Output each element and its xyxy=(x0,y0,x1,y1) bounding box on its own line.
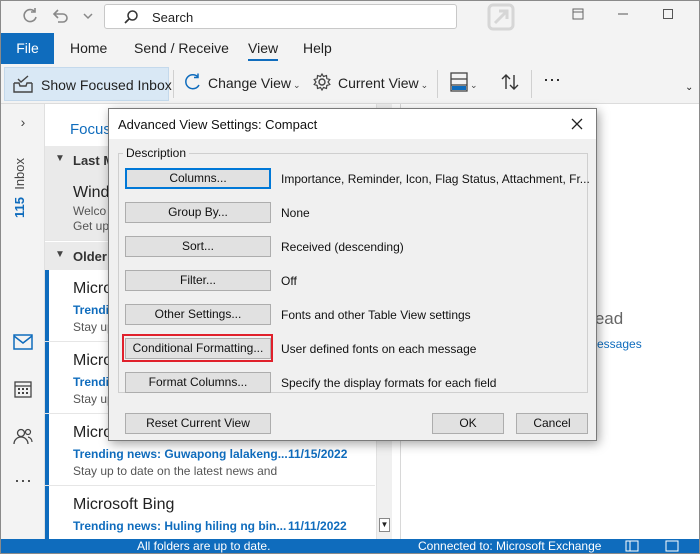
columns-value: Importance, Reminder, Icon, Flag Status,… xyxy=(281,172,590,186)
chevron-down-icon: ▼ xyxy=(55,249,65,260)
change-view-icon xyxy=(184,73,202,94)
format-columns-button[interactable]: Format Columns... xyxy=(125,372,271,393)
group-header-label: Older xyxy=(73,249,107,264)
list-item[interactable]: Microsoft Bing Trending news: Huling hil… xyxy=(45,486,375,540)
title-bar: Search xyxy=(1,1,699,33)
group-by-value: None xyxy=(281,206,310,220)
sort-value: Received (descending) xyxy=(281,240,404,254)
status-folders: All folders are up to date. xyxy=(137,539,271,553)
search-placeholder: Search xyxy=(152,10,194,25)
close-icon[interactable] xyxy=(566,113,588,135)
ribbon-divider xyxy=(173,70,174,98)
reading-view-icon[interactable] xyxy=(665,540,679,555)
message-date: 11/11/2022 xyxy=(288,519,347,533)
message-subject: Trending news: Huling hiling ng bin... xyxy=(73,519,287,533)
ribbon: Show Focused Inbox Change View ⌄ Current … xyxy=(1,64,699,104)
sort-order-button[interactable] xyxy=(500,72,520,95)
reading-pane-button[interactable]: ⌄ xyxy=(450,72,478,95)
chevron-down-icon: ⌄ xyxy=(420,80,429,90)
maximize-button[interactable] xyxy=(653,5,683,27)
description-legend: Description xyxy=(123,146,190,160)
inbox-focus-icon xyxy=(12,75,34,98)
calendar-icon[interactable] xyxy=(1,380,45,401)
sync-icon[interactable] xyxy=(19,7,41,27)
minimize-button[interactable] xyxy=(608,5,638,27)
format-columns-value: Specify the display formats for each fie… xyxy=(281,376,497,390)
tab-send-receive[interactable]: Send / Receive xyxy=(134,33,229,64)
filter-value: Off xyxy=(281,274,297,288)
message-preview: Get up xyxy=(73,219,110,233)
chevron-down-icon: ▼ xyxy=(55,153,65,164)
other-settings-button[interactable]: Other Settings... xyxy=(125,304,271,325)
mail-icon[interactable] xyxy=(1,334,45,353)
bg-decoration-icon xyxy=(481,3,521,31)
scroll-down-icon[interactable]: ▼ xyxy=(379,518,390,532)
tab-focused[interactable]: Focus xyxy=(70,121,111,138)
reading-pane-icon xyxy=(450,72,468,95)
tab-view[interactable]: View xyxy=(248,33,279,64)
search-box[interactable]: Search xyxy=(104,4,457,29)
tab-file[interactable]: File xyxy=(1,33,54,64)
advanced-view-settings-dialog: Advanced View Settings: Compact Descript… xyxy=(108,108,597,441)
message-subject: Welco xyxy=(73,204,107,218)
search-icon xyxy=(123,9,139,28)
message-sender: Micro xyxy=(73,280,113,297)
status-bar: All folders are up to date. Connected to… xyxy=(1,539,699,553)
show-focused-inbox-button[interactable]: Show Focused Inbox xyxy=(4,67,172,101)
message-subject: Trendi xyxy=(73,303,110,317)
message-sender: Wind xyxy=(73,184,110,201)
customize-quick-access-icon[interactable] xyxy=(77,7,99,27)
chevron-down-icon: ⌄ xyxy=(470,80,478,90)
dialog-title-bar: Advanced View Settings: Compact xyxy=(109,109,596,139)
cancel-button[interactable]: Cancel xyxy=(516,413,588,434)
show-focused-inbox-label: Show Focused Inbox xyxy=(41,77,172,93)
highlight-annotation xyxy=(122,334,273,362)
message-subject: Trending news: Guwapong lalakeng... xyxy=(73,447,288,461)
people-icon[interactable] xyxy=(1,427,45,448)
change-view-label: Change View xyxy=(208,75,292,91)
change-view-button[interactable]: Change View ⌄ xyxy=(184,73,301,94)
ribbon-divider xyxy=(437,70,438,98)
reset-current-view-button[interactable]: Reset Current View xyxy=(125,413,271,434)
chevron-down-icon: ⌄ xyxy=(293,80,301,90)
normal-view-icon[interactable] xyxy=(625,540,639,555)
navigation-rail: › 115 Inbox ⋯ xyxy=(1,104,45,540)
message-sender: Microsoft Bing xyxy=(73,496,175,513)
message-subject: Trendi xyxy=(73,375,110,389)
current-view-button[interactable]: Current View ⌄ xyxy=(313,72,429,94)
other-settings-value: Fonts and other Table View settings xyxy=(281,308,471,322)
current-view-label: Current View xyxy=(338,75,419,91)
more-options-icon[interactable]: ⋯ xyxy=(543,70,562,91)
tab-home[interactable]: Home xyxy=(70,33,107,64)
more-apps-icon[interactable]: ⋯ xyxy=(1,471,45,492)
message-preview: Stay up to date on the latest news and xyxy=(73,464,278,478)
ok-button[interactable]: OK xyxy=(432,413,504,434)
inbox-count: 115 xyxy=(12,197,27,218)
message-sender: Micro xyxy=(73,424,113,441)
filter-button[interactable]: Filter... xyxy=(125,270,271,291)
inbox-label: Inbox xyxy=(12,157,27,190)
sort-button[interactable]: Sort... xyxy=(125,236,271,257)
menu-bar: File Home Send / Receive View Help xyxy=(1,33,699,64)
sort-arrows-icon xyxy=(500,74,520,95)
expand-folder-pane-icon[interactable]: › xyxy=(1,114,45,130)
dialog-title: Advanced View Settings: Compact xyxy=(118,117,318,132)
conditional-formatting-value: User defined fonts on each message xyxy=(281,342,477,356)
columns-button[interactable]: Columns... xyxy=(125,168,271,189)
group-by-button[interactable]: Group By... xyxy=(125,202,271,223)
message-date: 11/15/2022 xyxy=(288,447,348,461)
collapse-ribbon-icon[interactable]: ⌄ xyxy=(685,82,693,93)
message-sender: Micro xyxy=(73,352,113,369)
ribbon-display-icon[interactable] xyxy=(563,5,593,27)
tab-help[interactable]: Help xyxy=(303,33,332,64)
status-connection: Connected to: Microsoft Exchange xyxy=(418,539,602,553)
ribbon-divider xyxy=(531,70,532,98)
undo-icon[interactable] xyxy=(48,7,70,27)
inbox-folder-vertical[interactable]: 115 Inbox xyxy=(12,152,32,222)
gear-icon xyxy=(313,72,331,94)
